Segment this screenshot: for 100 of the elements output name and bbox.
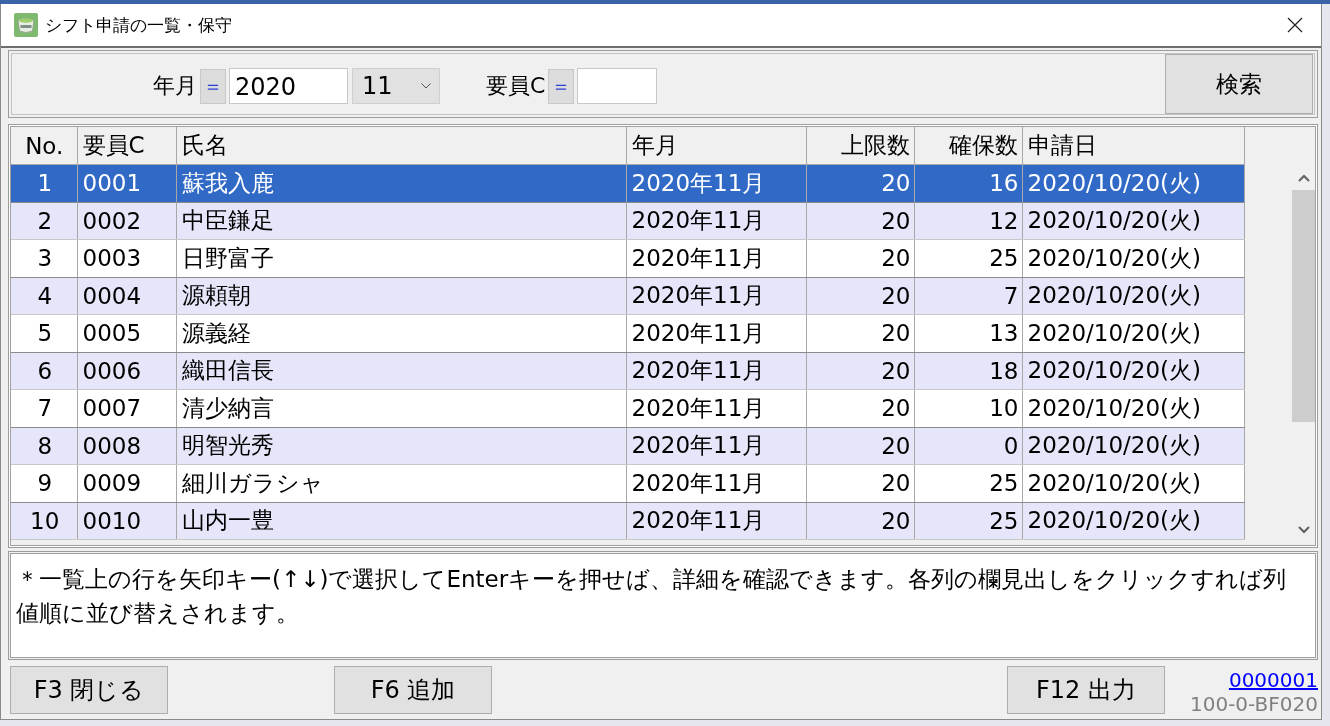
table-cell: 10 [914,389,1022,427]
table-cell: 2020年11月 [626,427,806,465]
table-cell: 2020/10/20(火) [1022,389,1244,427]
scrollbar-thumb[interactable] [1292,190,1315,422]
table-cell: 明智光秀 [176,427,626,465]
equals-operator: ＝ [548,68,575,104]
close-icon [1287,17,1303,33]
table-row[interactable]: 5 0005 源義経 2020年11月 20 13 2020/10/20(火) [11,314,1244,352]
table-cell: 0008 [77,427,176,465]
table-cell: 0007 [77,389,176,427]
table-cell: 20 [806,239,914,277]
column-header[interactable]: No. [11,127,77,165]
table-cell: 20 [806,164,914,202]
table-cell: 清少納言 [176,389,626,427]
table-cell: 2020年11月 [626,352,806,390]
chevron-down-icon [421,83,431,89]
table-cell: 2020年11月 [626,202,806,240]
table-cell: 25 [914,464,1022,502]
table-cell: 2020/10/20(火) [1022,277,1244,315]
table-cell: 2 [11,202,77,240]
column-header[interactable]: 要員C [77,127,176,165]
table-cell: 7 [914,277,1022,315]
table-cell: 2020年11月 [626,502,806,540]
table-cell: 2020/10/20(火) [1022,314,1244,352]
table-cell: 2020/10/20(火) [1022,352,1244,390]
table-cell: 25 [914,502,1022,540]
table-row[interactable]: 1 0001 蘇我入鹿 2020年11月 20 16 2020/10/20(火) [11,164,1244,202]
table-row[interactable]: 9 0009 細川ガラシャ 2020年11月 20 25 2020/10/20(火) [11,464,1244,502]
table-cell: 18 [914,352,1022,390]
table-cell: 20 [806,202,914,240]
equals-operator: ＝ [200,68,226,104]
table-row[interactable]: 2 0002 中臣鎌足 2020年11月 20 12 2020/10/20(火) [11,202,1244,240]
table-cell: 2020/10/20(火) [1022,464,1244,502]
table-cell: 25 [914,239,1022,277]
staff-code-input[interactable] [577,68,658,104]
function-key-button[interactable]: F6 追加 [334,665,492,714]
table-cell: 2020/10/20(火) [1022,202,1244,240]
window-title: シフト申請の一覧・保守 [45,13,232,37]
teacup-icon [14,13,38,37]
table-cell: 2020年11月 [626,239,806,277]
table-row[interactable]: 6 0006 織田信長 2020年11月 20 18 2020/10/20(火) [11,352,1244,390]
field-label: 要員C [486,72,546,100]
function-key-button[interactable]: F12 出力 [1006,665,1165,714]
table-cell: 20 [806,502,914,540]
table-cell: 4 [11,277,77,315]
table-cell: 20 [806,314,914,352]
year-input[interactable]: 2020 [229,68,348,104]
table-cell: 1 [11,164,77,202]
table-cell: 8 [11,427,77,465]
table-cell: 0 [914,427,1022,465]
table-cell: 20 [806,277,914,315]
table-row[interactable]: 7 0007 清少納言 2020年11月 20 10 2020/10/20(火) [11,389,1244,427]
table-cell: 12 [914,202,1022,240]
table-cell: 2020/10/20(火) [1022,164,1244,202]
table-cell: 0002 [77,202,176,240]
table-row[interactable]: 10 0010 山内一豊 2020年11月 20 25 2020/10/20(火) [11,502,1244,540]
table-cell: 20 [806,389,914,427]
table-cell: 源義経 [176,314,626,352]
table-cell: 日野富子 [176,239,626,277]
table-cell: 20 [806,352,914,390]
table-cell: 0010 [77,502,176,540]
table-cell: 20 [806,427,914,465]
table-cell: 2020年11月 [626,314,806,352]
table-row[interactable]: 8 0008 明智光秀 2020年11月 20 0 2020/10/20(火) [11,427,1244,465]
table-cell: 0004 [77,277,176,315]
table-row[interactable]: 3 0003 日野富子 2020年11月 20 25 2020/10/20(火) [11,239,1244,277]
table-cell: 織田信長 [176,352,626,390]
search-button[interactable]: 検索 [1165,54,1313,114]
table-cell: 2020年11月 [626,464,806,502]
table-row[interactable]: 4 0004 源頼朝 2020年11月 20 7 2020/10/20(火) [11,277,1244,315]
table-cell: 16 [914,164,1022,202]
table-cell: 7 [11,389,77,427]
column-header[interactable]: 上限数 [806,127,914,165]
table-cell: 13 [914,314,1022,352]
table-cell: 2020年11月 [626,164,806,202]
table-cell: 0001 [77,164,176,202]
table-cell: 細川ガラシャ [176,464,626,502]
column-header[interactable]: 申請日 [1022,127,1244,165]
table-cell: 10 [11,502,77,540]
column-header[interactable]: 氏名 [176,127,626,165]
table-cell: 2020年11月 [626,277,806,315]
table-cell: 0009 [77,464,176,502]
table-cell: 5 [11,314,77,352]
record-link[interactable]: 0000001 [1228,667,1318,692]
table-cell: 蘇我入鹿 [176,164,626,202]
chevron-up-icon[interactable] [1297,174,1310,182]
table-cell: 源頼朝 [176,277,626,315]
table-cell: 0003 [77,239,176,277]
hint-text: ＊一覧上の行を矢印キー(↑↓)で選択してEnterキーを押せば、詳細を確認できます。各列の欄見出しをクリックすれば列値順に並び替えされます。 [16,565,1288,628]
chevron-down-icon[interactable] [1297,526,1310,534]
table-cell: 2020/10/20(火) [1022,427,1244,465]
table-cell: 山内一豊 [176,502,626,540]
table-cell: 0006 [77,352,176,390]
month-select[interactable]: 11 [352,68,440,104]
table-cell: 6 [11,352,77,390]
table-cell: 9 [11,464,77,502]
table-cell: 2020/10/20(火) [1022,239,1244,277]
column-header[interactable]: 確保数 [914,127,1022,165]
column-header[interactable]: 年月 [626,127,806,165]
function-key-button[interactable]: F3 閉じる [10,665,168,714]
